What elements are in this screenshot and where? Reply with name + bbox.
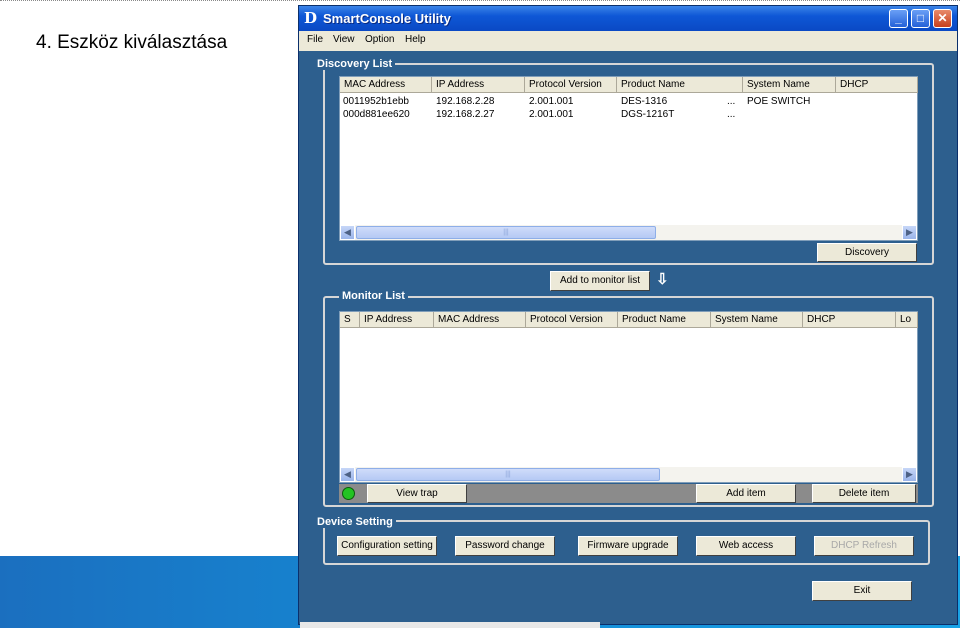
status-led-icon [342, 487, 355, 500]
window-title: SmartConsole Utility [323, 11, 451, 26]
smartconsole-window: D SmartConsole Utility _ □ ✕ File View O… [298, 5, 958, 625]
monitor-hscrollbar[interactable]: ◀ ||| ▶ [340, 467, 917, 482]
dlink-app-icon: D [304, 9, 318, 27]
scroll-right-icon[interactable]: ▶ [902, 225, 917, 240]
password-change-button[interactable]: Password change [455, 536, 555, 556]
close-button[interactable]: ✕ [933, 9, 952, 28]
minimize-icon: _ [895, 11, 902, 25]
exit-button[interactable]: Exit [812, 581, 912, 601]
col-ip-address[interactable]: IP Address [360, 312, 434, 328]
delete-item-button[interactable]: Delete item [812, 484, 916, 503]
view-trap-button[interactable]: View trap [367, 484, 467, 503]
col-dhcp[interactable]: DHCP [803, 312, 896, 328]
cell-system: POE SWITCH [747, 96, 811, 107]
col-dhcp[interactable]: DHCP [836, 77, 918, 93]
cell-product: DGS-1216T [621, 109, 675, 120]
slide-top-border [0, 0, 960, 1]
menu-help[interactable]: Help [405, 34, 426, 45]
discovery-button[interactable]: Discovery [817, 243, 917, 262]
cell-ip: 192.168.2.27 [436, 109, 495, 120]
close-icon: ✕ [937, 11, 948, 25]
col-mac-address[interactable]: MAC Address [434, 312, 526, 328]
menu-bar: File View Option Help [299, 31, 957, 51]
discovery-hscrollbar[interactable]: ◀ ||| ▶ [340, 225, 917, 240]
cell-mac: 0011952b1ebb [343, 96, 409, 107]
discovery-list-label: Discovery List [314, 58, 396, 70]
col-system-name[interactable]: System Name [743, 77, 836, 93]
menu-view[interactable]: View [333, 34, 355, 45]
monitor-list-label: Monitor List [339, 290, 408, 302]
monitor-table[interactable]: S IP Address MAC Address Protocol Versio… [339, 311, 918, 483]
scroll-left-icon[interactable]: ◀ [340, 467, 355, 482]
cell-ellipsis: ... [727, 96, 736, 107]
firmware-upgrade-button[interactable]: Firmware upgrade [578, 536, 678, 556]
scroll-thumb[interactable]: ||| [356, 226, 656, 239]
maximize-icon: □ [916, 11, 925, 25]
add-to-monitor-button[interactable]: Add to monitor list [550, 271, 650, 291]
scroll-left-icon[interactable]: ◀ [340, 225, 355, 240]
col-s[interactable]: S [340, 312, 360, 328]
cell-protocol: 2.001.001 [529, 96, 574, 107]
menu-file[interactable]: File [307, 34, 323, 45]
col-mac-address[interactable]: MAC Address [340, 77, 432, 93]
col-product-name[interactable]: Product Name [617, 77, 743, 93]
cell-ip: 192.168.2.28 [436, 96, 495, 107]
col-protocol-version[interactable]: Protocol Version [525, 77, 617, 93]
col-protocol-version[interactable]: Protocol Version [526, 312, 618, 328]
col-product-name[interactable]: Product Name [618, 312, 711, 328]
col-system-name[interactable]: System Name [711, 312, 803, 328]
cell-mac: 000d881ee620 [343, 109, 410, 120]
scroll-right-icon[interactable]: ▶ [902, 467, 917, 482]
cell-protocol: 2.001.001 [529, 109, 574, 120]
col-lo[interactable]: Lo [896, 312, 918, 328]
cell-product: DES-1316 [621, 96, 668, 107]
add-item-button[interactable]: Add item [696, 484, 796, 503]
arrow-down-icon: ⇩ [656, 271, 669, 288]
configuration-setting-button[interactable]: Configuration setting [337, 536, 437, 556]
cell-ellipsis: ... [727, 109, 736, 120]
menu-option[interactable]: Option [365, 34, 394, 45]
title-bar[interactable]: D SmartConsole Utility _ □ ✕ [299, 6, 957, 31]
taskbar-fragment [300, 622, 600, 628]
scroll-thumb[interactable]: ||| [356, 468, 660, 481]
device-setting-label: Device Setting [314, 516, 396, 528]
col-ip-address[interactable]: IP Address [432, 77, 525, 93]
web-access-button[interactable]: Web access [696, 536, 796, 556]
discovery-table[interactable]: MAC Address IP Address Protocol Version … [339, 76, 918, 241]
maximize-button[interactable]: □ [911, 9, 930, 28]
minimize-button[interactable]: _ [889, 9, 908, 28]
slide-title: 4. Eszköz kiválasztása [36, 32, 228, 53]
dhcp-refresh-button: DHCP Refresh [814, 536, 914, 556]
